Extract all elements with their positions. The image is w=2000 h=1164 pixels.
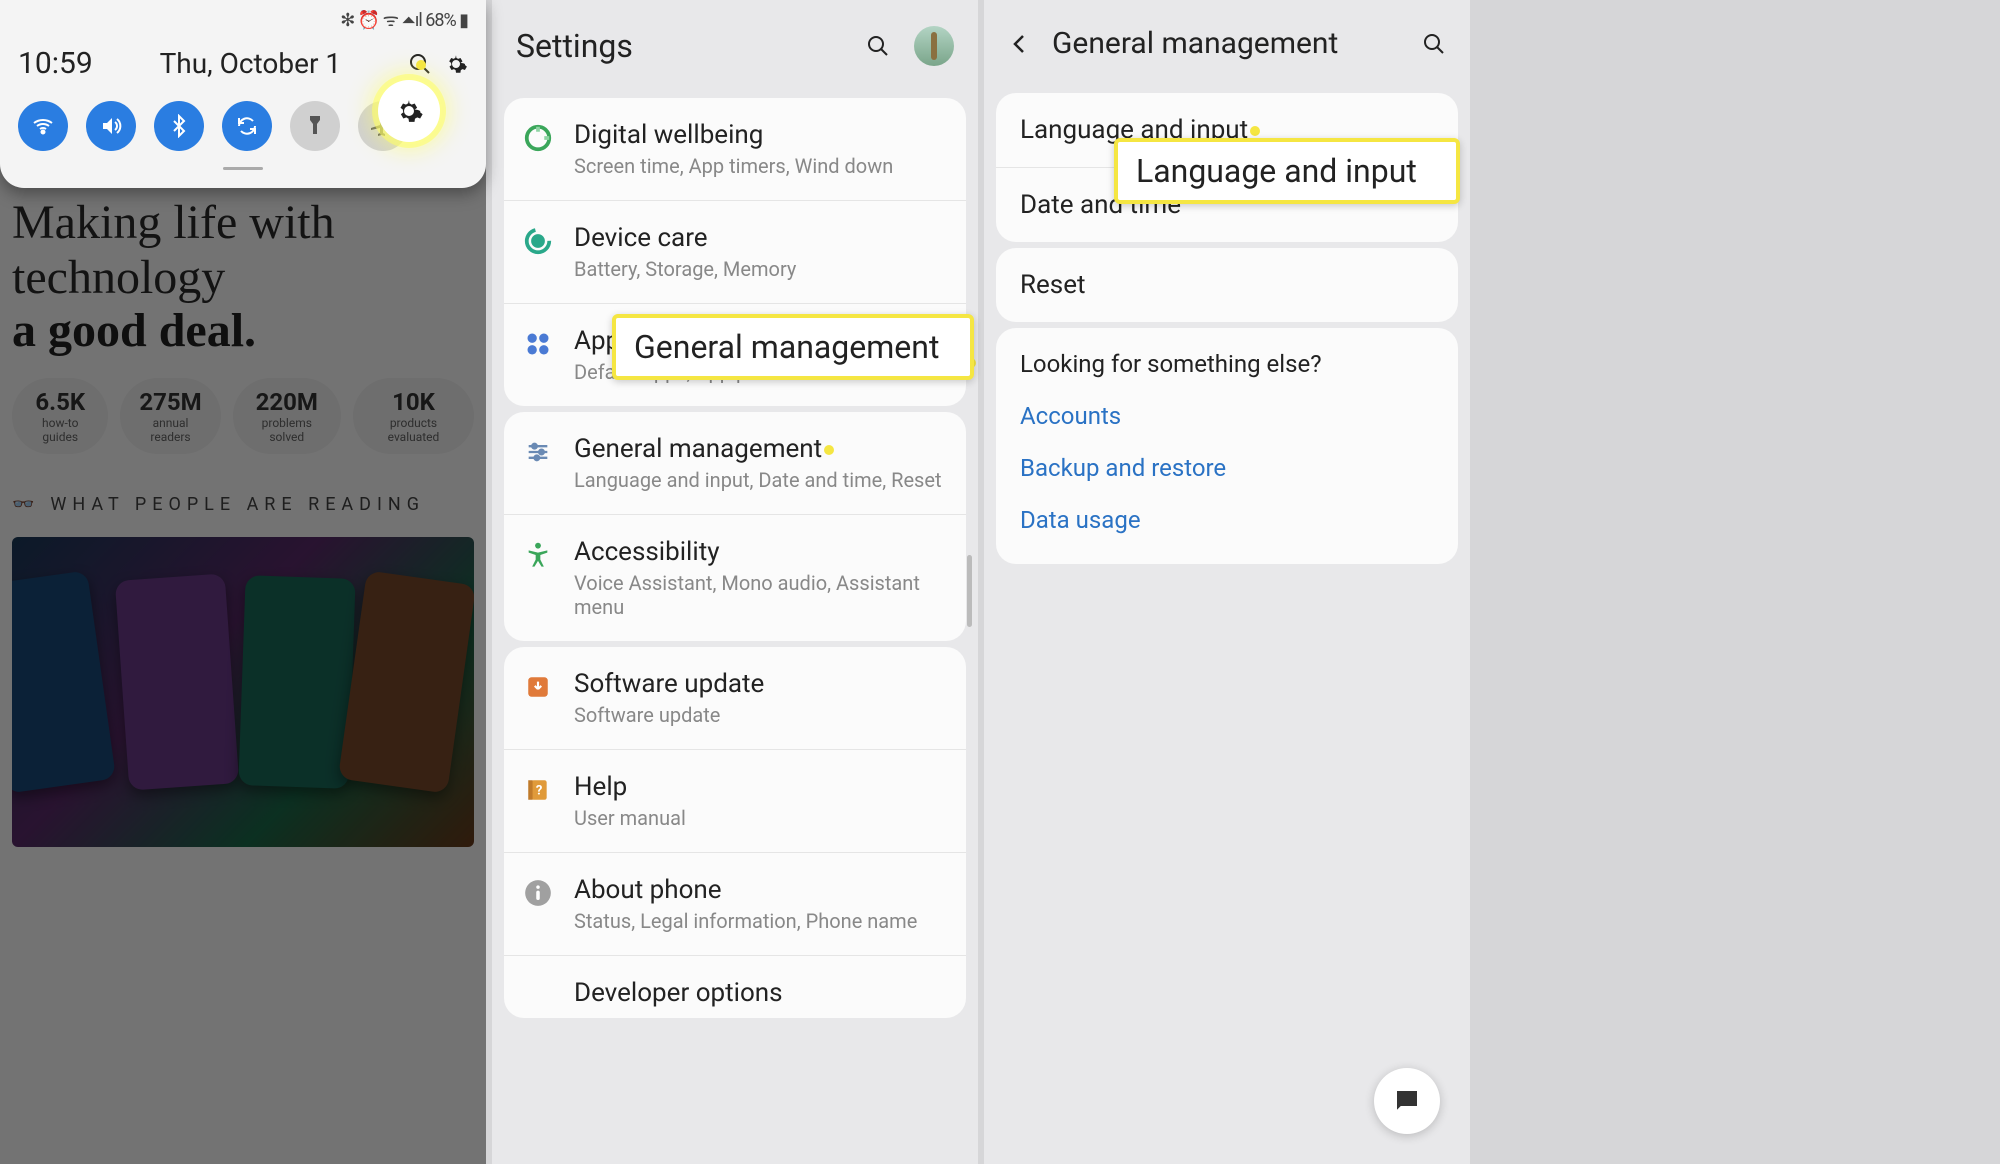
row-title: Reset <box>1020 270 1086 300</box>
about-icon <box>522 877 554 909</box>
clock-time: 10:59 <box>18 46 93 81</box>
general-icon <box>522 436 554 468</box>
chat-button[interactable] <box>1374 1068 1440 1134</box>
gm-group: Reset <box>996 248 1458 322</box>
row-subtitle: Screen time, App timers, Wind down <box>574 154 893 178</box>
devicecare-icon <box>522 225 554 257</box>
general-management-screen: General management Language and input Da… <box>984 0 1470 1164</box>
search-icon[interactable] <box>866 34 890 58</box>
settings-highlight[interactable] <box>378 80 440 142</box>
svg-text:?: ? <box>536 783 542 798</box>
settings-row-software-update[interactable]: Software update Software update <box>504 647 966 749</box>
gm-title: General management <box>1052 26 1402 61</box>
sound-toggle[interactable] <box>86 101 136 151</box>
shade-handle[interactable] <box>223 167 263 170</box>
help-icon: ? <box>522 774 554 806</box>
scroll-indicator[interactable] <box>967 555 972 627</box>
row-subtitle: Status, Legal information, Phone name <box>574 909 917 933</box>
looking-head: Looking for something else? <box>996 328 1458 390</box>
quick-settings-panel: Making life with technology a good deal.… <box>0 0 486 1164</box>
wifi-toggle[interactable] <box>18 101 68 151</box>
settings-icon[interactable] <box>444 52 468 76</box>
settings-title: Settings <box>516 27 633 65</box>
row-title: Software update <box>574 669 764 699</box>
settings-row-developer-options[interactable]: Developer options <box>504 955 966 1018</box>
settings-row-digital-wellbeing[interactable]: Digital wellbeing Screen time, App timers… <box>504 98 966 200</box>
settings-row-device-care[interactable]: Device care Battery, Storage, Memory <box>504 200 966 303</box>
accessibility-icon <box>522 539 554 571</box>
search-icon[interactable] <box>1422 32 1446 56</box>
row-title: Digital wellbeing <box>574 120 893 150</box>
gm-header: General management <box>984 0 1470 87</box>
developer-icon <box>522 980 554 1012</box>
row-title: About phone <box>574 875 917 905</box>
clock-date: Thu, October 1 <box>160 47 342 80</box>
row-subtitle: Voice Assistant, Mono audio, Assistant m… <box>574 571 948 619</box>
settings-screen: Settings Digital wellbeing Screen time, A… <box>492 0 978 1164</box>
status-bar-icons: ✻ ⏰ ᯤ ⏶ıl 68% ▮ <box>340 8 468 32</box>
row-subtitle: Language and input, Date and time, Reset <box>574 468 942 492</box>
settings-row-accessibility[interactable]: Accessibility Voice Assistant, Mono audio… <box>504 514 966 641</box>
settings-group: General management Language and input, Da… <box>504 412 966 641</box>
row-subtitle: Battery, Storage, Memory <box>574 257 796 281</box>
rotate-toggle[interactable] <box>222 101 272 151</box>
row-title: Developer options <box>574 978 783 1008</box>
bluetooth-toggle[interactable] <box>154 101 204 151</box>
row-subtitle: Software update <box>574 703 764 727</box>
page-background <box>1470 0 2000 1164</box>
row-subtitle: User manual <box>574 806 686 830</box>
flashlight-toggle[interactable] <box>290 101 340 151</box>
wellbeing-icon <box>522 122 554 154</box>
apps-icon <box>522 328 554 360</box>
row-title: General management <box>574 434 942 464</box>
update-icon <box>522 671 554 703</box>
row-title: Device care <box>574 223 796 253</box>
back-icon[interactable] <box>1008 32 1032 56</box>
connector-dot <box>1250 126 1260 136</box>
connector-dot <box>416 60 426 70</box>
profile-avatar[interactable] <box>914 26 954 66</box>
settings-row-help[interactable]: ? Help User manual <box>504 749 966 852</box>
row-title: Help <box>574 772 686 802</box>
row-title: Accessibility <box>574 537 948 567</box>
link-accounts[interactable]: Accounts <box>1020 402 1121 430</box>
settings-header: Settings <box>492 0 978 92</box>
link-backup-restore[interactable]: Backup and restore <box>1020 454 1226 482</box>
settings-row-about-phone[interactable]: About phone Status, Legal information, Ph… <box>504 852 966 955</box>
callout-general-management: General management <box>612 314 974 380</box>
gm-group-links: Looking for something else? Accounts Bac… <box>996 328 1458 564</box>
settings-group: Software update Software update ? Help Use… <box>504 647 966 1018</box>
settings-row-general-management[interactable]: General management Language and input, Da… <box>504 412 966 514</box>
gm-row-reset[interactable]: Reset <box>996 248 1458 322</box>
callout-language-input: Language and input <box>1114 138 1460 204</box>
connector-dot <box>824 445 834 455</box>
link-data-usage[interactable]: Data usage <box>1020 506 1141 534</box>
status-bar: ✻ ⏰ ᯤ ⏶ıl 68% ▮ <box>18 8 468 32</box>
